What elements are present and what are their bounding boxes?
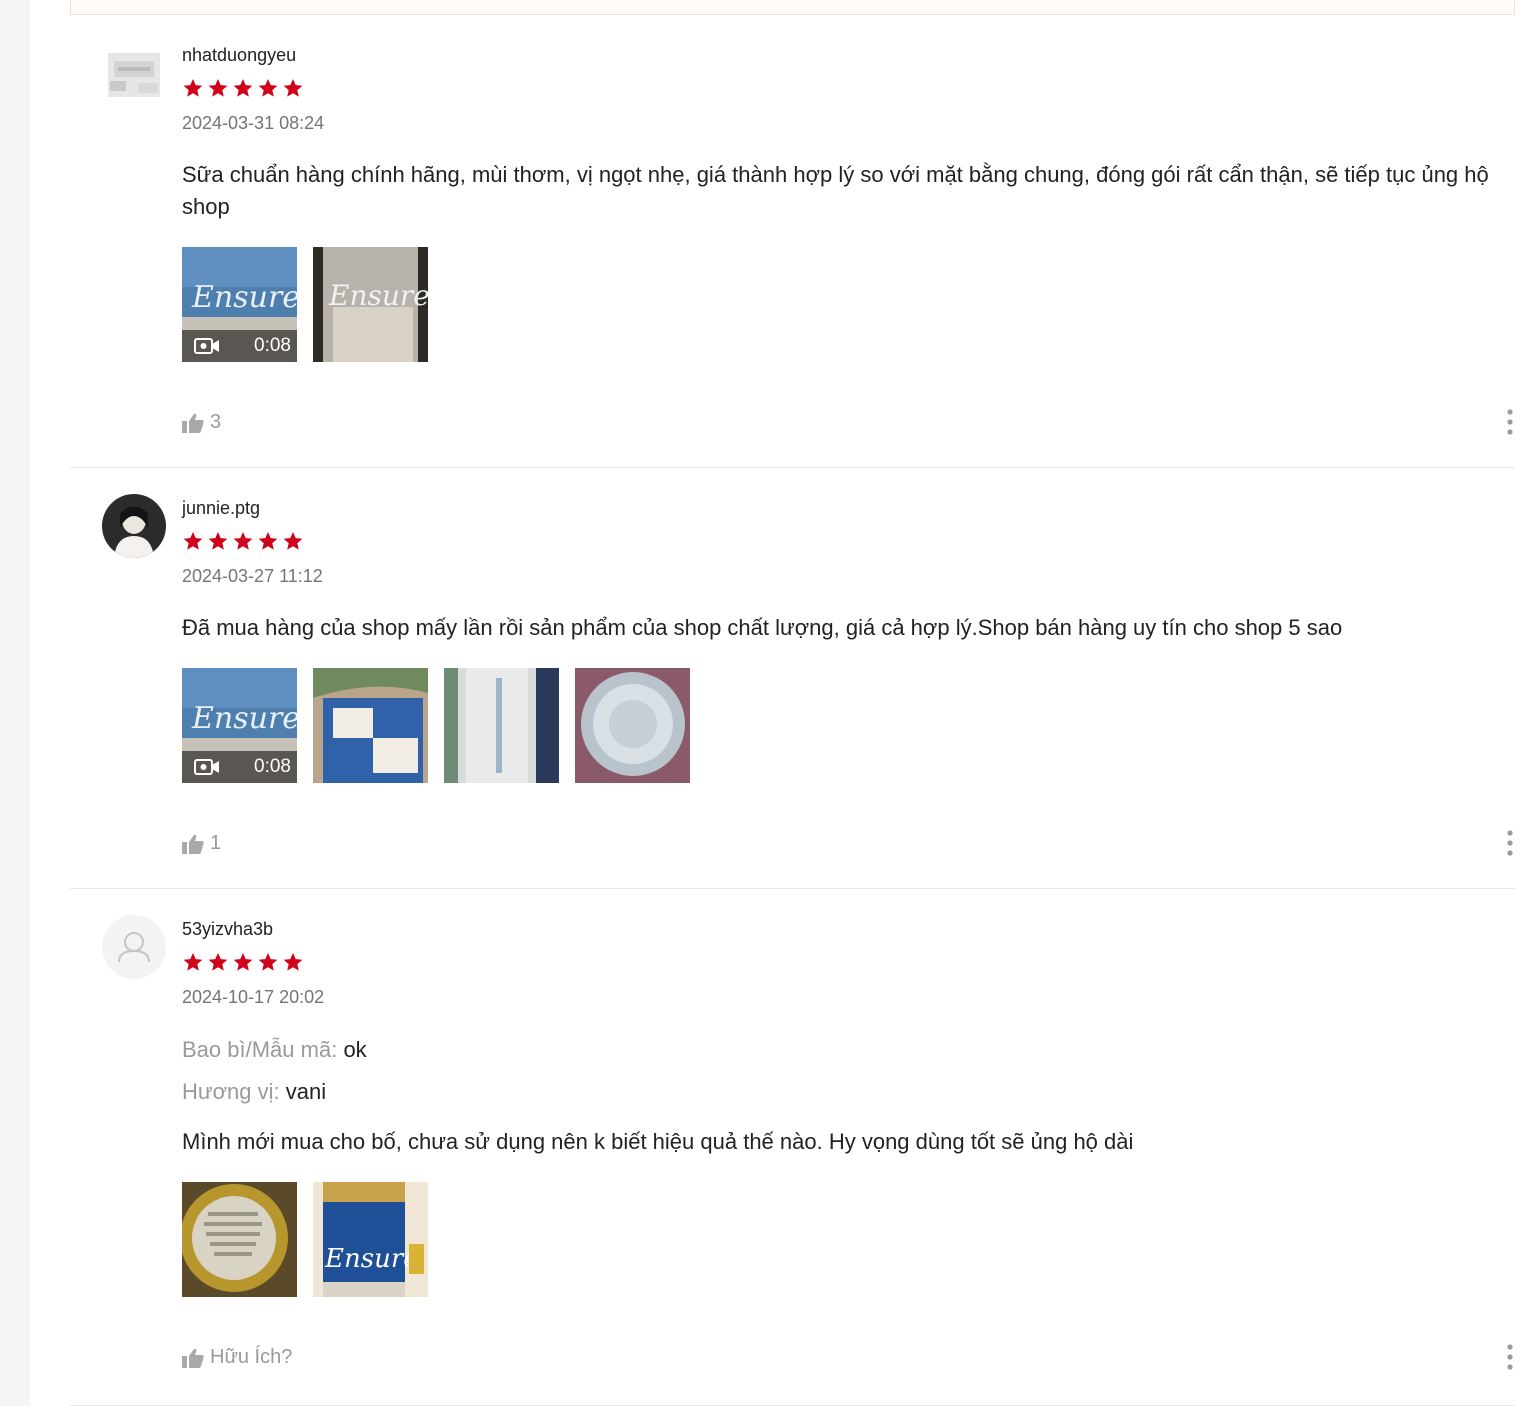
avatar[interactable]: [102, 494, 166, 558]
like-button[interactable]: 3: [182, 411, 221, 434]
attribute-value: ok: [343, 1037, 367, 1062]
star-icon: [208, 532, 228, 550]
video-overlay: 0:08: [182, 751, 297, 783]
more-options-icon[interactable]: [1505, 829, 1515, 857]
review-item: 53yizvha3b 2024-10-17 20:02 Bao bì/Mẫu m…: [70, 889, 1515, 1406]
like-count: 1: [210, 832, 222, 854]
thumbs-up-icon: [182, 834, 204, 854]
like-button[interactable]: 1: [182, 832, 221, 855]
attribute-flavor: Hương vị: vani: [182, 1079, 326, 1105]
star-icon: [183, 953, 203, 971]
svg-text:Ensure: Ensure: [191, 280, 297, 315]
star-icon: [233, 532, 253, 550]
video-camera-icon: [194, 759, 219, 775]
star-icon: [208, 953, 228, 971]
more-options-icon[interactable]: [1505, 1343, 1515, 1371]
like-button[interactable]: Hữu Ích?: [182, 1346, 292, 1369]
review-text: Sữa chuẩn hàng chính hãng, mùi thơm, vị …: [182, 162, 1489, 219]
review-media: Ensure 0:08: [182, 668, 690, 783]
previous-section-edge: [70, 0, 1515, 15]
video-duration: 0:08: [254, 756, 291, 777]
helpful-label: Hữu Ích?: [210, 1346, 293, 1368]
like-count: 3: [210, 411, 222, 433]
star-icon: [283, 79, 303, 97]
video-duration: 0:08: [254, 335, 291, 356]
reviewer-name[interactable]: 53yizvha3b: [182, 919, 273, 940]
star-icon: [258, 532, 278, 550]
review-text: Đã mua hàng của shop mấy lần rồi sản phẩ…: [182, 615, 1343, 640]
review-text: Mình mới mua cho bố, chưa sử dụng nên k …: [182, 1129, 1134, 1154]
review-image[interactable]: [182, 1182, 297, 1297]
svg-text:Ensure: Ensure: [328, 279, 428, 312]
review-date: 2024-10-17 20:02: [182, 987, 325, 1007]
review-item: nhatduongyeu 2024-03-31 08:24 Sữa chuẩn …: [70, 15, 1515, 468]
attribute-label: Bao bì/Mẫu mã:: [182, 1037, 338, 1062]
svg-text:Ensure: Ensure: [324, 1244, 419, 1274]
star-icon: [258, 79, 278, 97]
review-image[interactable]: [313, 668, 428, 783]
star-icon: [233, 953, 253, 971]
star-icon: [283, 953, 303, 971]
review-image[interactable]: Ensure: [313, 1182, 428, 1297]
default-user-icon: [118, 932, 150, 963]
reviewer-name[interactable]: nhatduongyeu: [182, 45, 296, 66]
more-options-icon[interactable]: [1505, 408, 1515, 436]
avatar[interactable]: [102, 915, 166, 979]
rating-stars: [182, 951, 304, 973]
thumbs-up-icon: [182, 413, 204, 433]
thumbs-up-icon: [182, 1348, 204, 1368]
video-camera-icon: [194, 338, 219, 354]
svg-text:Ensure: Ensure: [191, 701, 297, 736]
review-date: 2024-03-31 08:24: [182, 113, 325, 133]
review-video[interactable]: Ensure 0:08: [182, 247, 297, 362]
review-media: Ensure: [182, 1182, 428, 1297]
attribute-label: Hương vị:: [182, 1079, 280, 1104]
attribute-value: vani: [285, 1079, 327, 1104]
review-image[interactable]: [444, 668, 559, 783]
star-icon: [258, 953, 278, 971]
review-item: junnie.ptg 2024-03-27 11:12 Đã mua hàng …: [70, 468, 1515, 889]
reviewer-name[interactable]: junnie.ptg: [182, 498, 260, 519]
star-icon: [283, 532, 303, 550]
review-image[interactable]: Ensure: [313, 247, 428, 362]
avatar[interactable]: [102, 45, 166, 109]
rating-stars: [182, 77, 304, 99]
review-video[interactable]: Ensure 0:08: [182, 668, 297, 783]
star-icon: [183, 532, 203, 550]
rating-stars: [182, 530, 304, 552]
review-date: 2024-03-27 11:12: [182, 566, 323, 586]
review-media: Ensure 0:08 Ensure: [182, 247, 428, 362]
attribute-packaging: Bao bì/Mẫu mã: ok: [182, 1037, 367, 1063]
star-icon: [208, 79, 228, 97]
star-icon: [183, 79, 203, 97]
review-image[interactable]: [575, 668, 690, 783]
star-icon: [233, 79, 253, 97]
video-overlay: 0:08: [182, 330, 297, 362]
